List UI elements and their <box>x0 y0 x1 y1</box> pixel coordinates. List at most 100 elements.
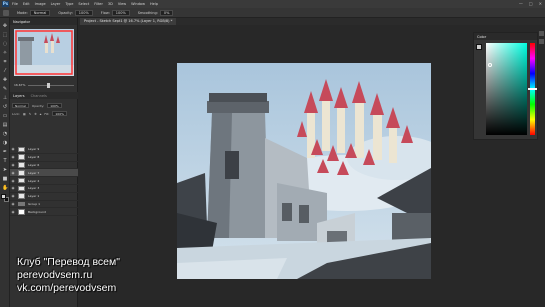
layer-name: Group 1 <box>28 201 40 206</box>
visibility-eye-icon[interactable]: ◉ <box>10 202 16 206</box>
color-panel: Color <box>473 32 538 140</box>
shape-tool-icon[interactable]: ■ <box>2 177 8 182</box>
stamp-tool-icon[interactable]: ⊥ <box>2 96 8 101</box>
blend-mode-select[interactable]: Normal <box>12 103 29 108</box>
flow-field[interactable]: 100% <box>111 9 130 16</box>
eyedropper-tool-icon[interactable]: ⁄ <box>2 69 8 74</box>
menu-image[interactable]: Image <box>35 2 46 6</box>
brush-tool-icon[interactable]: ✎ <box>2 87 8 92</box>
minimize-icon[interactable]: — <box>519 0 523 8</box>
tab-layers[interactable]: Layers <box>13 94 25 98</box>
layer-opacity-field[interactable]: 100% <box>47 103 62 108</box>
close-icon[interactable]: ✕ <box>539 0 542 8</box>
options-bar: Mode: Normal Opacity: 100% Flow: 100% Sm… <box>0 8 545 18</box>
navigator-thumbnail[interactable] <box>14 29 74 76</box>
maximize-icon[interactable]: □ <box>529 0 533 8</box>
crop-tool-icon[interactable]: ⌗ <box>2 60 8 65</box>
layer-thumbnail <box>18 146 25 153</box>
visibility-eye-icon[interactable]: ◉ <box>10 163 16 167</box>
layer-row[interactable]: ◉ Group 1 <box>10 201 78 209</box>
hue-slider-marker[interactable] <box>528 88 537 90</box>
move-tool-icon[interactable]: ✥ <box>2 24 8 29</box>
brush-preset-icon[interactable] <box>3 9 9 16</box>
fill-field[interactable]: 100% <box>52 111 67 116</box>
color-panel-icon[interactable] <box>539 31 544 36</box>
foreground-color-swatch[interactable] <box>1 194 6 199</box>
watermark-overlay: Клуб "Перевод всем" perevodvsem.ru vk.co… <box>17 256 120 295</box>
layer-opacity-label: Opacity: <box>31 103 45 108</box>
blur-tool-icon[interactable]: ◔ <box>2 132 8 137</box>
layer-row[interactable]: ◉ Layer 3 <box>10 185 78 193</box>
document-canvas[interactable] <box>177 63 431 279</box>
eraser-tool-icon[interactable]: ▭ <box>2 114 8 119</box>
hand-tool-icon[interactable]: ✋ <box>2 186 8 191</box>
layer-name: Layer 1 <box>28 194 40 199</box>
navigator-tab[interactable]: Navigator <box>13 20 30 24</box>
marquee-tool-icon[interactable]: ⬚ <box>2 33 8 38</box>
menu-view[interactable]: View <box>118 2 126 6</box>
swatches-panel-icon[interactable] <box>539 39 544 44</box>
tab-channels[interactable]: Channels <box>31 94 47 98</box>
visibility-eye-icon[interactable]: ◉ <box>10 147 16 151</box>
painting-artwork <box>177 63 431 279</box>
visibility-eye-icon[interactable]: ◉ <box>10 210 16 214</box>
visibility-eye-icon[interactable]: ◉ <box>10 171 16 175</box>
layer-row[interactable]: ◉ Layer 9 <box>10 146 78 154</box>
navigator-zoom-slider[interactable] <box>28 82 74 88</box>
flow-option: Flow: 100% <box>100 9 130 16</box>
color-picker-cursor[interactable] <box>488 63 492 67</box>
layer-row[interactable]: ◉ Layer 8 <box>10 154 78 162</box>
opacity-field[interactable]: 100% <box>74 9 93 16</box>
hue-slider[interactable] <box>528 43 537 135</box>
menu-window[interactable]: Window <box>131 2 145 6</box>
visibility-eye-icon[interactable]: ◉ <box>10 155 16 159</box>
right-panel-icon-strip <box>538 28 545 47</box>
menu-select[interactable]: Select <box>78 2 89 6</box>
menu-3d[interactable]: 3D <box>108 2 113 6</box>
flow-label: Flow: <box>100 10 110 15</box>
history-brush-tool-icon[interactable]: ↺ <box>2 105 8 110</box>
gradient-tool-icon[interactable]: ▤ <box>2 123 8 128</box>
lock-all-icon[interactable]: 🔒︎ <box>40 112 42 116</box>
color-panel-title[interactable]: Color <box>477 35 486 39</box>
layer-row[interactable]: ◉ Layer 6 <box>10 162 78 170</box>
menu-file[interactable]: File <box>12 2 18 6</box>
healing-tool-icon[interactable]: ✚ <box>2 78 8 83</box>
fill-label: Fill: <box>44 111 50 116</box>
color-panel-foreground-swatch[interactable] <box>476 44 482 50</box>
menu-type[interactable]: Type <box>65 2 73 6</box>
visibility-eye-icon[interactable]: ◉ <box>10 179 16 183</box>
layer-row[interactable]: ◉ Layer 1 <box>10 193 78 201</box>
dodge-tool-icon[interactable]: ◑ <box>2 141 8 146</box>
smoothing-field[interactable]: 0% <box>159 9 174 16</box>
saturation-value-field[interactable] <box>486 43 527 135</box>
layer-row[interactable]: ◉ Layer 7 <box>10 169 78 178</box>
document-tab[interactable]: Project - Sketch Sept1 @ 16.7% (Layer 1,… <box>80 18 177 25</box>
lock-position-icon[interactable]: ✥ <box>34 112 37 116</box>
layer-row[interactable]: ◉ Layer 4 <box>10 177 78 185</box>
visibility-eye-icon[interactable]: ◉ <box>10 194 16 198</box>
lasso-tool-icon[interactable]: ◌ <box>2 42 8 47</box>
pen-tool-icon[interactable]: ✒ <box>2 150 8 155</box>
layer-name: Background <box>28 209 46 214</box>
layer-thumbnail <box>18 185 25 192</box>
layer-lock-row: Lock: ▦ ✎ ✥ 🔒︎ Fill: 100% <box>12 110 76 117</box>
lock-label: Lock: <box>12 111 20 116</box>
type-tool-icon[interactable]: T <box>2 159 8 164</box>
layer-thumbnail <box>18 209 25 215</box>
path-selection-tool-icon[interactable]: ➤ <box>2 168 8 173</box>
navigator-zoom-control: 16.67% <box>14 82 74 88</box>
zoom-slider-knob[interactable] <box>46 82 50 88</box>
menu-filter[interactable]: Filter <box>94 2 103 6</box>
visibility-eye-icon[interactable]: ◉ <box>10 186 16 190</box>
layer-row[interactable]: ◉ Background <box>10 208 78 217</box>
lock-brush-icon[interactable]: ✎ <box>29 112 32 116</box>
magic-wand-tool-icon[interactable]: ✧ <box>2 51 8 56</box>
folder-icon <box>18 201 25 206</box>
menu-layer[interactable]: Layer <box>51 2 61 6</box>
mode-select[interactable]: Normal <box>29 9 51 16</box>
lock-transparent-icon[interactable]: ▦ <box>23 112 26 116</box>
menu-help[interactable]: Help <box>150 2 158 6</box>
navigator-zoom-value[interactable]: 16.67% <box>14 83 25 87</box>
menu-edit[interactable]: Edit <box>23 2 30 6</box>
